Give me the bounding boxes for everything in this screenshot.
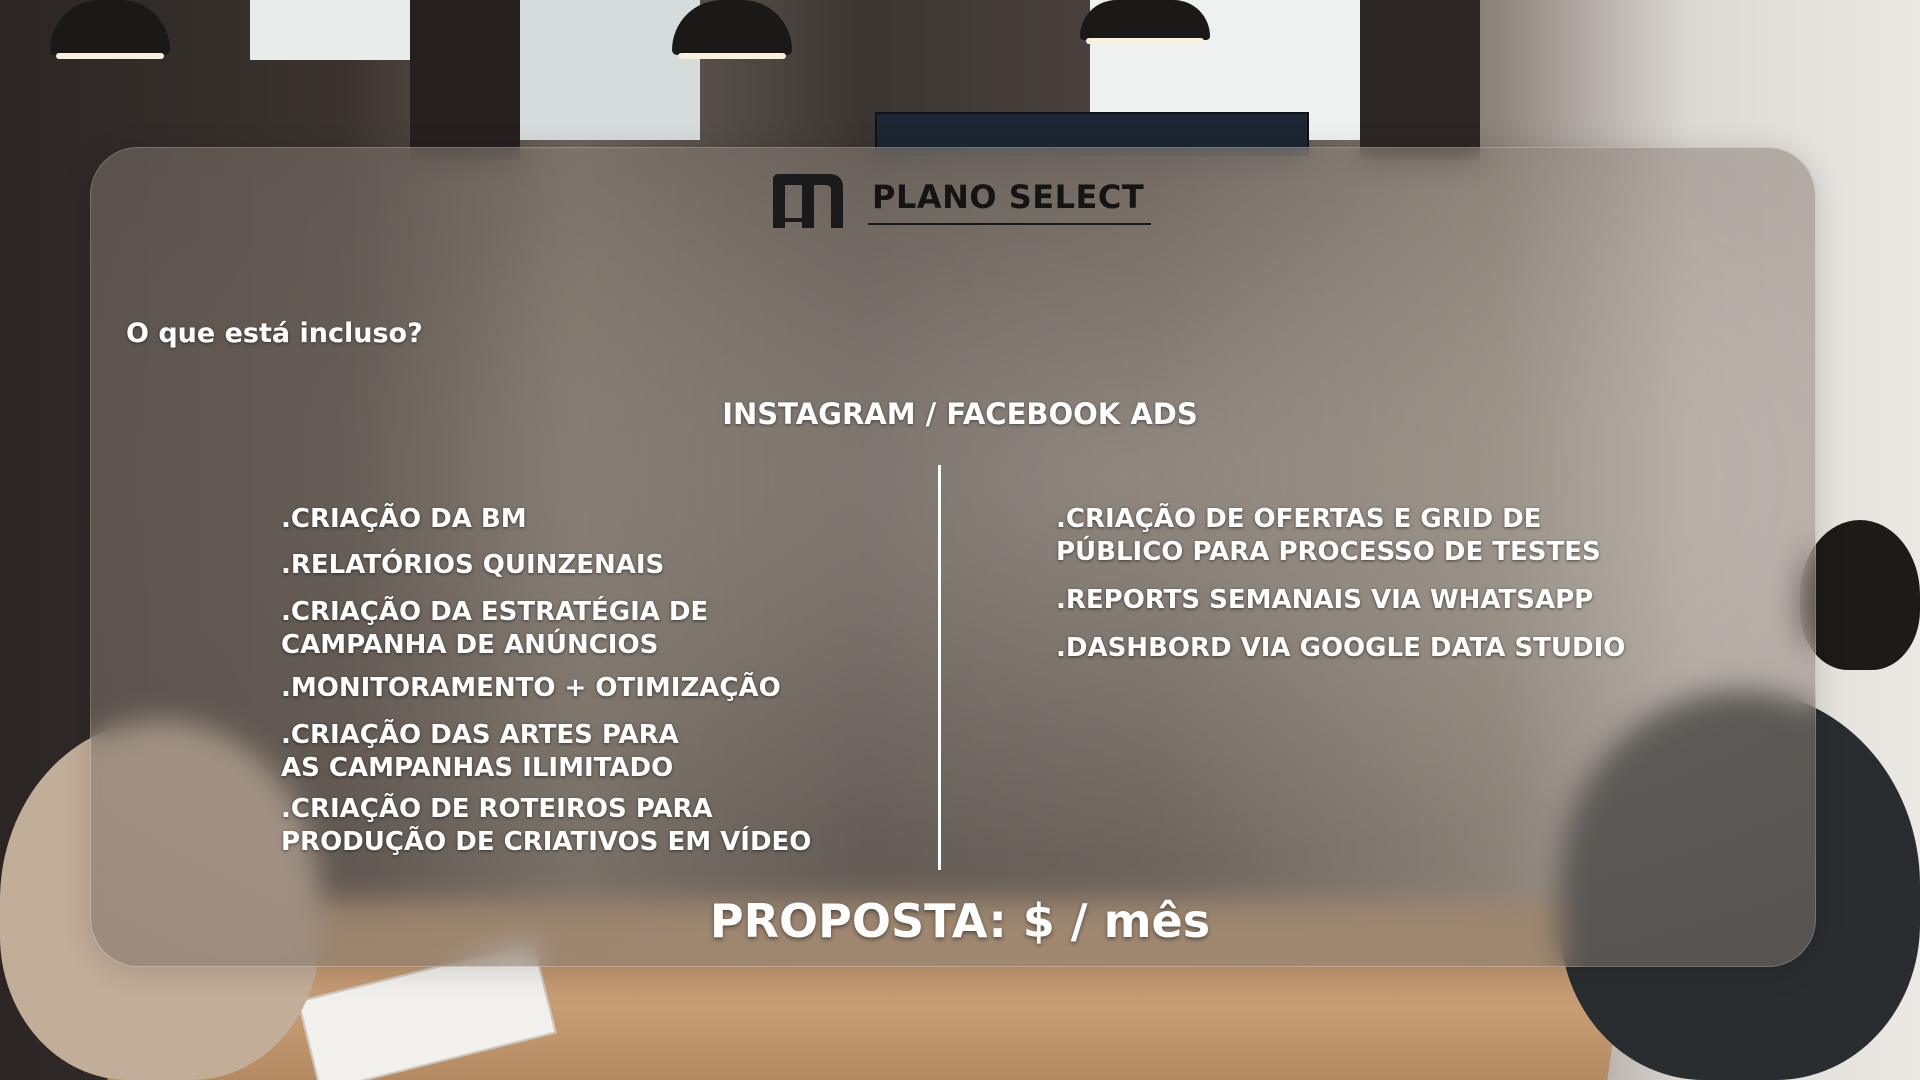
background-pillar — [410, 0, 520, 160]
section-title: INSTAGRAM / FACEBOOK ADS — [722, 397, 1198, 431]
feature-item: .CRIAÇÃO DE ROTEIROS PARA PRODUÇÃO DE CR… — [281, 794, 812, 857]
background-pillar — [1360, 0, 1480, 160]
feature-item: .RELATÓRIOS QUINZENAIS — [281, 550, 665, 580]
m-logo-icon — [773, 174, 843, 228]
feature-item: .CRIAÇÃO DA ESTRATÉGIA DE CAMPANHA DE AN… — [281, 597, 709, 660]
feature-item: .CRIAÇÃO DE OFERTAS E GRID DE PÚBLICO PA… — [1056, 504, 1601, 567]
feature-item: .CRIAÇÃO DAS ARTES PARA AS CAMPANHAS ILI… — [281, 720, 679, 783]
feature-item: .MONITORAMENTO + OTIMIZAÇÃO — [281, 673, 781, 703]
included-question: O que está incluso? — [126, 318, 423, 349]
feature-item: .DASHBORD VIA GOOGLE DATA STUDIO — [1056, 633, 1626, 663]
pendant-lamp — [1080, 0, 1210, 44]
price-proposal: PROPOSTA: $ / mês — [709, 894, 1211, 948]
background-person — [1800, 520, 1920, 670]
plan-title: PLANO SELECT — [872, 178, 1145, 216]
title-underline — [868, 223, 1151, 225]
feature-item: .CRIAÇÃO DA BM — [281, 504, 527, 534]
background-window — [520, 0, 700, 140]
background-window — [250, 0, 410, 60]
slide: PLANO SELECT O que está incluso? INSTAGR… — [0, 0, 1920, 1080]
feature-item: .REPORTS SEMANAIS VIA WHATSAPP — [1056, 585, 1594, 615]
column-divider — [938, 465, 941, 870]
